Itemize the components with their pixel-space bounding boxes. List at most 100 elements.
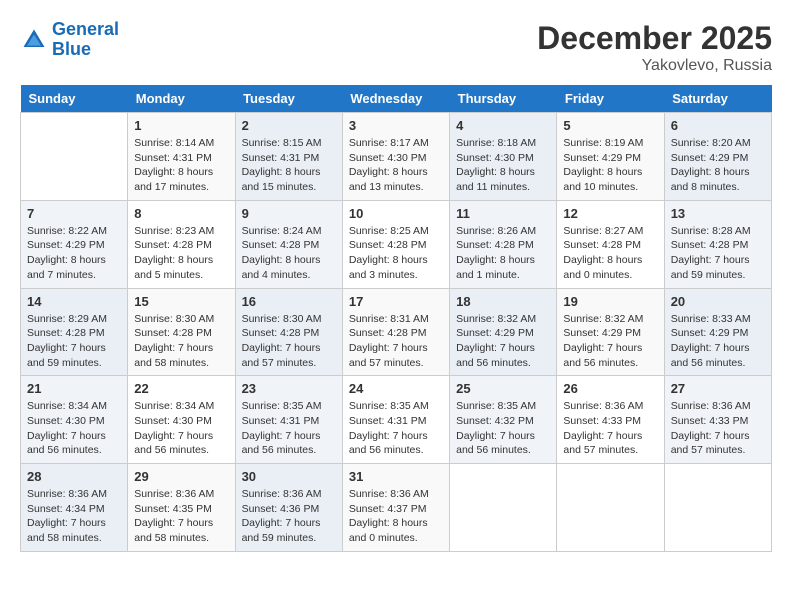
calendar-cell: 19Sunrise: 8:32 AMSunset: 4:29 PMDayligh… bbox=[557, 288, 664, 376]
calendar-cell: 29 Sunrise: 8:36 AMSunset: 4:35 PMDayligh… bbox=[128, 464, 235, 552]
calendar-cell: 31Sunrise: 8:36 AMSunset: 4:37 PMDayligh… bbox=[342, 464, 449, 552]
day-info: Sunrise: 8:14 AMSunset: 4:31 PMDaylight:… bbox=[134, 136, 228, 195]
calendar-cell: 2 Sunrise: 8:15 AMSunset: 4:31 PMDaylight… bbox=[235, 113, 342, 201]
day-info: Sunrise: 8:36 AMSunset: 4:33 PMDaylight:… bbox=[563, 399, 657, 458]
day-info: Sunrise: 8:15 AMSunset: 4:31 PMDaylight:… bbox=[242, 136, 336, 195]
calendar-cell bbox=[21, 113, 128, 201]
day-number: 9 bbox=[242, 206, 336, 221]
calendar-cell: 7 Sunrise: 8:22 AMSunset: 4:29 PMDaylight… bbox=[21, 200, 128, 288]
day-number: 22 bbox=[134, 381, 228, 396]
calendar-cell: 23 Sunrise: 8:35 AMSunset: 4:31 PMDayligh… bbox=[235, 376, 342, 464]
day-number: 4 bbox=[456, 118, 550, 133]
calendar-cell: 9 Sunrise: 8:24 AMSunset: 4:28 PMDaylight… bbox=[235, 200, 342, 288]
calendar-cell: 8Sunrise: 8:23 AMSunset: 4:28 PMDaylight… bbox=[128, 200, 235, 288]
day-number: 29 bbox=[134, 469, 228, 484]
logo-line2: Blue bbox=[52, 39, 91, 59]
day-number: 13 bbox=[671, 206, 765, 221]
day-info: Sunrise: 8:19 AMSunset: 4:29 PMDaylight:… bbox=[563, 136, 657, 195]
calendar-cell: 11 Sunrise: 8:26 AMSunset: 4:28 PMDayligh… bbox=[450, 200, 557, 288]
day-number: 25 bbox=[456, 381, 550, 396]
day-info: Sunrise: 8:36 AMSunset: 4:36 PMDaylight:… bbox=[242, 487, 336, 546]
calendar-cell: 16 Sunrise: 8:30 AMSunset: 4:28 PMDayligh… bbox=[235, 288, 342, 376]
calendar-cell: 30 Sunrise: 8:36 AMSunset: 4:36 PMDayligh… bbox=[235, 464, 342, 552]
month-title: December 2025 bbox=[537, 20, 772, 57]
calendar-cell: 14Sunrise: 8:29 AMSunset: 4:28 PMDayligh… bbox=[21, 288, 128, 376]
weekday-header-thursday: Thursday bbox=[450, 85, 557, 113]
day-number: 23 bbox=[242, 381, 336, 396]
day-number: 12 bbox=[563, 206, 657, 221]
calendar-cell: 1 Sunrise: 8:14 AMSunset: 4:31 PMDaylight… bbox=[128, 113, 235, 201]
weekday-header-tuesday: Tuesday bbox=[235, 85, 342, 113]
day-info: Sunrise: 8:35 AMSunset: 4:31 PMDaylight:… bbox=[242, 399, 336, 458]
calendar-cell: 3 Sunrise: 8:17 AMSunset: 4:30 PMDaylight… bbox=[342, 113, 449, 201]
day-number: 28 bbox=[27, 469, 121, 484]
day-info: Sunrise: 8:35 AMSunset: 4:31 PMDaylight:… bbox=[349, 399, 443, 458]
calendar-cell: 25 Sunrise: 8:35 AMSunset: 4:32 PMDayligh… bbox=[450, 376, 557, 464]
day-info: Sunrise: 8:29 AMSunset: 4:28 PMDaylight:… bbox=[27, 312, 121, 371]
day-info: Sunrise: 8:35 AMSunset: 4:32 PMDaylight:… bbox=[456, 399, 550, 458]
logo-line1: General bbox=[52, 19, 119, 39]
day-number: 2 bbox=[242, 118, 336, 133]
day-info: Sunrise: 8:20 AMSunset: 4:29 PMDaylight:… bbox=[671, 136, 765, 195]
day-number: 24 bbox=[349, 381, 443, 396]
day-number: 6 bbox=[671, 118, 765, 133]
day-info: Sunrise: 8:32 AMSunset: 4:29 PMDaylight:… bbox=[456, 312, 550, 371]
day-number: 7 bbox=[27, 206, 121, 221]
day-info: Sunrise: 8:27 AMSunset: 4:28 PMDaylight:… bbox=[563, 224, 657, 283]
calendar-cell bbox=[664, 464, 771, 552]
day-number: 3 bbox=[349, 118, 443, 133]
calendar-cell: 28 Sunrise: 8:36 AMSunset: 4:34 PMDayligh… bbox=[21, 464, 128, 552]
day-info: Sunrise: 8:28 AMSunset: 4:28 PMDaylight:… bbox=[671, 224, 765, 283]
weekday-header-saturday: Saturday bbox=[664, 85, 771, 113]
day-number: 16 bbox=[242, 294, 336, 309]
day-number: 17 bbox=[349, 294, 443, 309]
day-info: Sunrise: 8:17 AMSunset: 4:30 PMDaylight:… bbox=[349, 136, 443, 195]
day-info: Sunrise: 8:22 AMSunset: 4:29 PMDaylight:… bbox=[27, 224, 121, 283]
day-number: 11 bbox=[456, 206, 550, 221]
calendar-cell: 10 Sunrise: 8:25 AMSunset: 4:28 PMDayligh… bbox=[342, 200, 449, 288]
calendar-cell bbox=[557, 464, 664, 552]
day-number: 10 bbox=[349, 206, 443, 221]
day-number: 15 bbox=[134, 294, 228, 309]
day-info: Sunrise: 8:24 AMSunset: 4:28 PMDaylight:… bbox=[242, 224, 336, 283]
day-info: Sunrise: 8:33 AMSunset: 4:29 PMDaylight:… bbox=[671, 312, 765, 371]
title-block: December 2025 Yakovlevo, Russia bbox=[537, 20, 772, 75]
calendar-header-row: SundayMondayTuesdayWednesdayThursdayFrid… bbox=[21, 85, 772, 113]
calendar-cell: 21 Sunrise: 8:34 AMSunset: 4:30 PMDayligh… bbox=[21, 376, 128, 464]
day-info: Sunrise: 8:31 AMSunset: 4:28 PMDaylight:… bbox=[349, 312, 443, 371]
day-info: Sunrise: 8:25 AMSunset: 4:28 PMDaylight:… bbox=[349, 224, 443, 283]
calendar-cell: 27Sunrise: 8:36 AMSunset: 4:33 PMDayligh… bbox=[664, 376, 771, 464]
logo: General Blue bbox=[20, 20, 119, 60]
day-number: 21 bbox=[27, 381, 121, 396]
calendar-cell bbox=[450, 464, 557, 552]
weekday-header-sunday: Sunday bbox=[21, 85, 128, 113]
day-info: Sunrise: 8:36 AMSunset: 4:35 PMDaylight:… bbox=[134, 487, 228, 546]
day-number: 30 bbox=[242, 469, 336, 484]
weekday-header-monday: Monday bbox=[128, 85, 235, 113]
page-header: General Blue December 2025 Yakovlevo, Ru… bbox=[20, 20, 772, 75]
calendar-cell: 18Sunrise: 8:32 AMSunset: 4:29 PMDayligh… bbox=[450, 288, 557, 376]
day-info: Sunrise: 8:26 AMSunset: 4:28 PMDaylight:… bbox=[456, 224, 550, 283]
calendar-body: 1 Sunrise: 8:14 AMSunset: 4:31 PMDaylight… bbox=[21, 113, 772, 552]
calendar-table: SundayMondayTuesdayWednesdayThursdayFrid… bbox=[20, 85, 772, 552]
calendar-cell: 26Sunrise: 8:36 AMSunset: 4:33 PMDayligh… bbox=[557, 376, 664, 464]
day-info: Sunrise: 8:18 AMSunset: 4:30 PMDaylight:… bbox=[456, 136, 550, 195]
day-info: Sunrise: 8:36 AMSunset: 4:34 PMDaylight:… bbox=[27, 487, 121, 546]
calendar-cell: 24 Sunrise: 8:35 AMSunset: 4:31 PMDayligh… bbox=[342, 376, 449, 464]
weekday-header-friday: Friday bbox=[557, 85, 664, 113]
calendar-week-2: 7 Sunrise: 8:22 AMSunset: 4:29 PMDaylight… bbox=[21, 200, 772, 288]
day-number: 1 bbox=[134, 118, 228, 133]
calendar-cell: 6 Sunrise: 8:20 AMSunset: 4:29 PMDaylight… bbox=[664, 113, 771, 201]
day-info: Sunrise: 8:34 AMSunset: 4:30 PMDaylight:… bbox=[27, 399, 121, 458]
day-info: Sunrise: 8:32 AMSunset: 4:29 PMDaylight:… bbox=[563, 312, 657, 371]
calendar-week-4: 21 Sunrise: 8:34 AMSunset: 4:30 PMDayligh… bbox=[21, 376, 772, 464]
day-number: 31 bbox=[349, 469, 443, 484]
location: Yakovlevo, Russia bbox=[537, 57, 772, 75]
logo-icon bbox=[20, 26, 48, 54]
day-number: 5 bbox=[563, 118, 657, 133]
calendar-cell: 20Sunrise: 8:33 AMSunset: 4:29 PMDayligh… bbox=[664, 288, 771, 376]
weekday-header-wednesday: Wednesday bbox=[342, 85, 449, 113]
day-info: Sunrise: 8:30 AMSunset: 4:28 PMDaylight:… bbox=[242, 312, 336, 371]
calendar-cell: 5 Sunrise: 8:19 AMSunset: 4:29 PMDaylight… bbox=[557, 113, 664, 201]
calendar-cell: 17 Sunrise: 8:31 AMSunset: 4:28 PMDayligh… bbox=[342, 288, 449, 376]
